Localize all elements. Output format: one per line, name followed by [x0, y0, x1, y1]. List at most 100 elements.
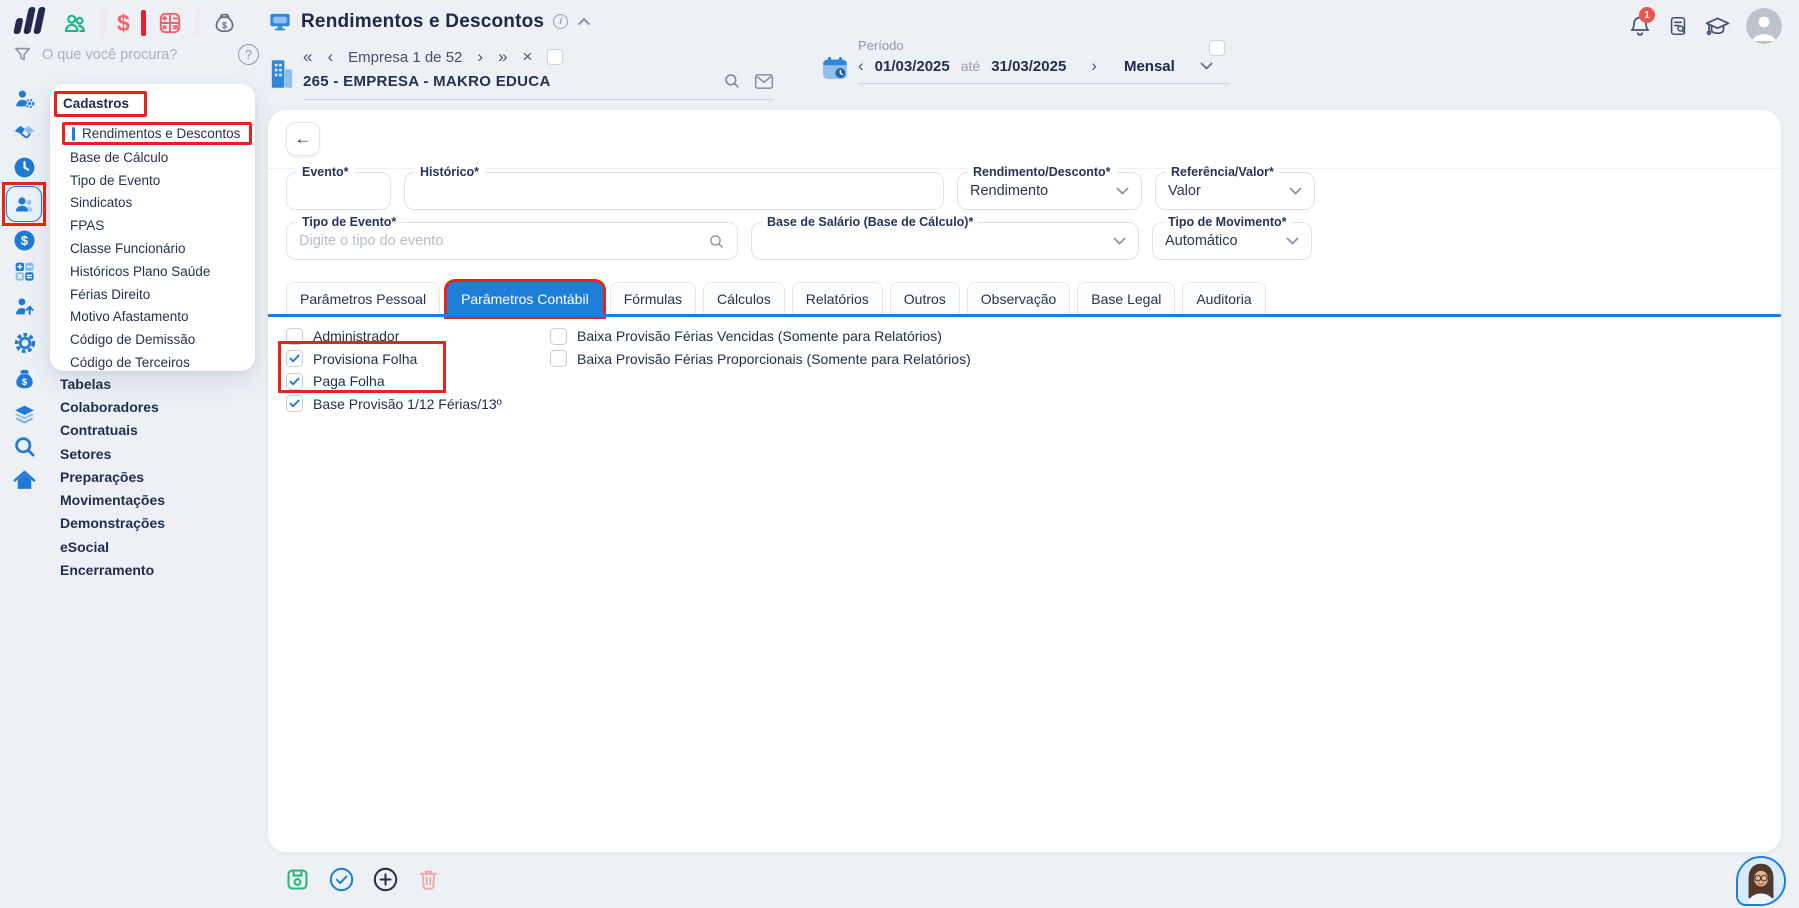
rendimento-desconto-select[interactable]: Rendimento/Desconto* Rendimento [957, 172, 1142, 210]
sidebar-person-promotion-icon[interactable] [12, 294, 37, 319]
add-button[interactable] [372, 866, 399, 893]
historico-field[interactable]: Histórico* [404, 172, 944, 210]
checkbox-baixa-provisao-ferias-vencidas[interactable]: Baixa Provisão Férias Vencidas (Somente … [550, 325, 971, 348]
menu-section-setores[interactable]: Setores [60, 442, 165, 465]
menu-item-rendimentos-e-descontos[interactable]: Rendimentos e Descontos [62, 122, 252, 145]
tipo-de-evento-input[interactable] [299, 233, 708, 249]
tab-observacao[interactable]: Observação [967, 282, 1070, 316]
notifications-button[interactable]: 1 [1628, 13, 1652, 39]
checkbox-baixa-provisao-ferias-proporcionais[interactable]: Baixa Provisão Férias Proporcionais (Som… [550, 348, 971, 371]
tab-formulas[interactable]: Fórmulas [610, 282, 696, 316]
checkbox-base-provisao[interactable]: Base Provisão 1/12 Férias/13º [286, 393, 502, 416]
info-icon[interactable]: i [553, 14, 568, 29]
menu-item-fpas[interactable]: FPAS [50, 214, 255, 237]
menu-item-codigo-de-terceiros[interactable]: Código de Terceiros [50, 351, 255, 374]
sidebar-handshake-icon[interactable] [12, 118, 37, 143]
academy-graduation-cap-icon[interactable] [1704, 14, 1731, 38]
sidebar-moneybag-icon[interactable]: $ [12, 367, 37, 392]
menu-item-codigo-de-demissao[interactable]: Código de Demissão [50, 328, 255, 351]
tipo-de-movimento-select[interactable]: Tipo de Movimento* Automático [1152, 222, 1312, 260]
checkbox-box-checked[interactable] [286, 373, 303, 390]
historico-input[interactable] [417, 183, 931, 199]
menu-section-tabelas[interactable]: Tabelas [60, 372, 165, 395]
tab-parametros-pessoal[interactable]: Parâmetros Pessoal [286, 282, 440, 316]
menu-item-ferias-direito[interactable]: Férias Direito [50, 283, 255, 306]
checkbox-box-checked[interactable] [286, 350, 303, 367]
user-avatar[interactable] [1746, 8, 1782, 44]
checkbox-provisiona-folha[interactable]: Provisiona Folha [286, 348, 502, 371]
referencia-valor-select[interactable]: Referência/Valor* Valor [1155, 172, 1315, 210]
help-button[interactable]: ? [238, 44, 259, 65]
company-checkbox[interactable] [547, 49, 563, 65]
period-mode-chevron-down-icon[interactable] [1200, 62, 1213, 70]
sidebar-search-icon[interactable] [12, 434, 37, 459]
menu-section-demonstracoes[interactable]: Demonstrações [60, 512, 165, 535]
first-record-button[interactable]: « [303, 48, 312, 66]
company-search-icon[interactable] [723, 72, 741, 90]
tab-parametros-contabil[interactable]: Parâmetros Contábil [447, 282, 603, 316]
tab-outros[interactable]: Outros [890, 282, 960, 316]
checkbox-administrador[interactable]: Administrador [286, 325, 502, 348]
sidebar-calculator-icon[interactable] [12, 259, 37, 284]
module-finance-icon[interactable]: $ [117, 10, 130, 36]
menu-item-base-de-calculo[interactable]: Base de Cálculo [50, 146, 255, 169]
base-de-salario-select[interactable]: Base de Salário (Base de Cálculo)* [751, 222, 1139, 260]
confirm-button[interactable] [328, 866, 355, 893]
sidebar-finance-icon[interactable]: $ [12, 228, 37, 253]
email-icon[interactable] [754, 73, 774, 90]
period-start-date[interactable]: 01/03/2025 [875, 58, 950, 75]
previous-period-button[interactable]: ‹ [858, 57, 864, 75]
checkbox-box-checked[interactable] [286, 395, 303, 412]
period-checkbox[interactable] [1209, 40, 1225, 56]
menu-section-contratuais[interactable]: Contratuais [60, 419, 165, 442]
evento-input[interactable] [299, 183, 378, 199]
next-record-button[interactable]: › [477, 48, 483, 66]
sidebar-home-icon[interactable] [12, 468, 37, 493]
collapse-header-icon[interactable] [577, 17, 591, 26]
module-moneybag-icon[interactable]: $ [212, 11, 237, 36]
delete-button[interactable] [416, 867, 441, 892]
save-button[interactable] [284, 866, 311, 893]
menu-item-classe-funcionario[interactable]: Classe Funcionário [50, 237, 255, 260]
sidebar-gear-icon[interactable] [12, 330, 38, 356]
menu-item-motivo-afastamento[interactable]: Motivo Afastamento [50, 306, 255, 329]
filter-icon[interactable] [13, 45, 32, 64]
evento-field[interactable]: Evento* [286, 172, 391, 210]
period-mode-value[interactable]: Mensal [1124, 58, 1175, 75]
checkbox-paga-folha[interactable]: Paga Folha [286, 370, 502, 393]
menu-item-tipo-de-evento[interactable]: Tipo de Evento [50, 169, 255, 192]
tab-relatorios[interactable]: Relatórios [792, 282, 883, 316]
audit-log-icon[interactable] [1667, 14, 1689, 38]
period-end-date[interactable]: 31/03/2025 [991, 58, 1066, 75]
tab-base-legal[interactable]: Base Legal [1077, 282, 1175, 316]
menu-section-preparacoes[interactable]: Preparações [60, 465, 165, 488]
menu-section-movimentacoes[interactable]: Movimentações [60, 488, 165, 511]
sidebar-people-icon-active[interactable] [6, 186, 42, 222]
menu-section-cadastros[interactable]: Cadastros [54, 91, 147, 117]
sidebar-layers-icon[interactable] [12, 402, 37, 427]
previous-record-button[interactable]: ‹ [327, 48, 333, 66]
menu-item-sindicatos[interactable]: Sindicatos [50, 192, 255, 215]
search-icon[interactable] [708, 233, 725, 250]
search-input[interactable] [42, 47, 202, 63]
sidebar-person-settings-icon[interactable] [12, 86, 37, 111]
checkbox-box[interactable] [286, 328, 303, 345]
last-record-button[interactable]: » [498, 48, 507, 66]
checkbox-box[interactable] [550, 350, 567, 367]
svg-text:$: $ [21, 234, 28, 248]
module-people-icon[interactable] [62, 10, 88, 36]
sidebar-clock-icon[interactable] [12, 155, 37, 180]
tipo-de-evento-field[interactable]: Tipo de Evento* [286, 222, 738, 260]
module-calculator-icon[interactable] [157, 10, 183, 36]
tab-calculos[interactable]: Cálculos [703, 282, 785, 316]
back-button[interactable]: ← [286, 122, 320, 156]
checkbox-box[interactable] [550, 328, 567, 345]
tab-auditoria[interactable]: Auditoria [1182, 282, 1265, 316]
menu-item-historicos-plano-saude[interactable]: Históricos Plano Saúde [50, 260, 255, 283]
support-chat-avatar[interactable] [1736, 856, 1786, 906]
clear-record-button[interactable]: × [523, 48, 533, 66]
menu-section-encerramento[interactable]: Encerramento [60, 558, 165, 581]
menu-section-esocial[interactable]: eSocial [60, 535, 165, 558]
next-period-button[interactable]: › [1091, 57, 1097, 75]
menu-section-colaboradores[interactable]: Colaboradores [60, 395, 165, 418]
